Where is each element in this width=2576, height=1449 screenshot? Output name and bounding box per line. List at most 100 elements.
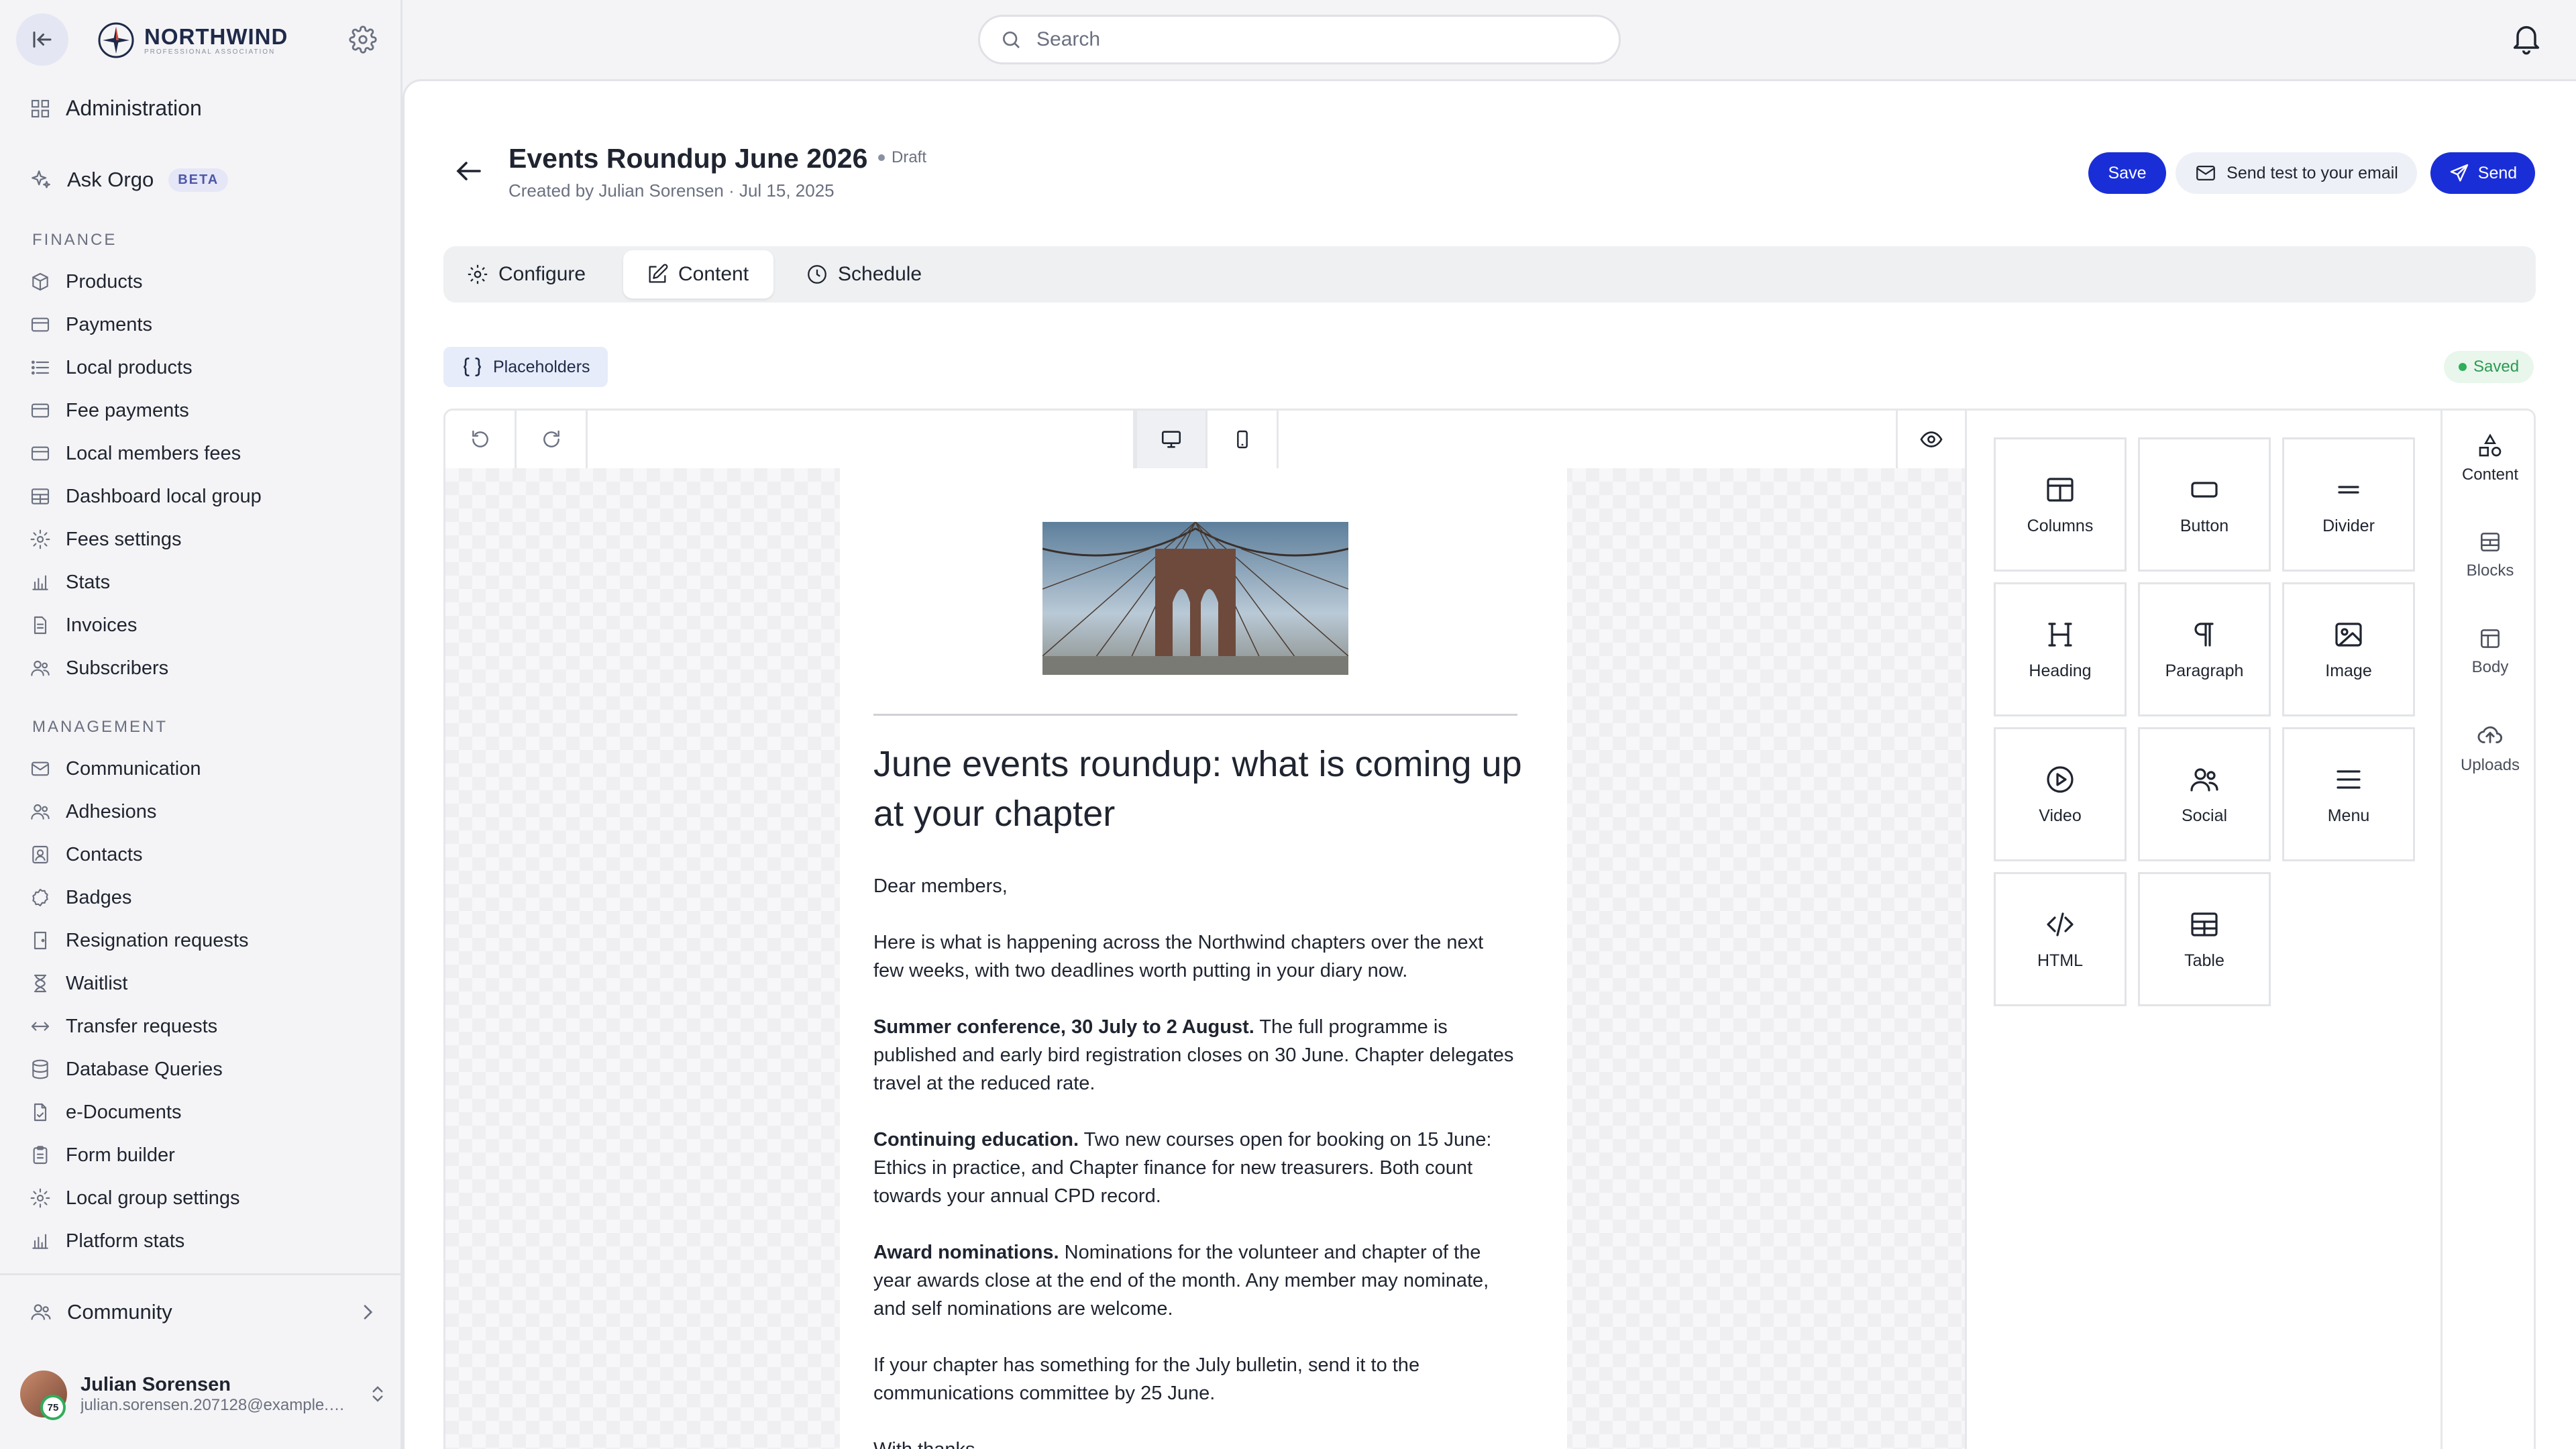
sidebar-item-label: Badges [66, 886, 132, 908]
sidebar-item-community[interactable]: Community [30, 1300, 378, 1324]
chart-icon [30, 1230, 51, 1252]
sidebar-item[interactable]: Database Queries [30, 1048, 392, 1091]
tab-content[interactable]: Content [623, 250, 773, 299]
sidebar-item[interactable]: Payments [30, 303, 392, 346]
sidebar-item[interactable]: Dashboard local group [30, 475, 392, 518]
side-tab-label: Blocks [2466, 561, 2514, 580]
sidebar-item-label: Local members fees [66, 442, 241, 464]
email-body[interactable]: June events roundup: what is coming up a… [840, 468, 1567, 1449]
sidebar-item-label: Adhesions [66, 800, 157, 822]
email-intro: Here is what is happening across the Nor… [873, 932, 1484, 981]
sidebar-item[interactable]: Invoices [30, 604, 392, 647]
page-title: Events Roundup June 2026 [508, 143, 868, 174]
collapse-sidebar-button[interactable] [16, 13, 68, 66]
search-input[interactable] [1035, 28, 1574, 52]
email-header-image[interactable] [1042, 522, 1348, 675]
user-menu[interactable]: 75 Julian Sorensen julian.sorensen.20712… [20, 1360, 388, 1428]
sidebar-item[interactable]: Communication [30, 747, 392, 790]
side-tab-body[interactable]: Body [2443, 608, 2534, 695]
sidebar-item[interactable]: Badges [30, 876, 392, 919]
brand-logo[interactable]: NORTHWIND PROFESSIONAL ASSOCIATION [97, 21, 288, 59]
side-tab-content[interactable]: Content [2443, 415, 2534, 502]
redo-button[interactable] [517, 411, 588, 468]
side-tab-blocks[interactable]: Blocks [2443, 511, 2534, 598]
tool-label: Paragraph [2165, 661, 2244, 680]
placeholders-button[interactable]: Placeholders [443, 347, 608, 387]
sidebar-item[interactable]: Stats [30, 561, 392, 604]
tab-label: Content [678, 263, 749, 285]
chevron-right-icon [357, 1301, 378, 1323]
tool-html[interactable]: HTML [1994, 872, 2127, 1006]
back-arrow-icon[interactable] [453, 155, 485, 187]
sidebar-item-label: Platform stats [66, 1230, 185, 1252]
sidebar-item[interactable]: Adhesions [30, 790, 392, 833]
sidebar-item[interactable]: Local group settings [30, 1177, 392, 1220]
grid-icon [30, 98, 51, 119]
door-icon [30, 930, 51, 951]
sidebar-item[interactable]: Platform stats [30, 1220, 392, 1263]
sidebar-item[interactable]: Fee payments [30, 389, 392, 432]
sidebar-item-label: Contacts [66, 843, 143, 865]
email-text-block[interactable]: Dear members, Here is what is happening … [873, 872, 1517, 1449]
sidebar-item[interactable]: Local members fees [30, 432, 392, 475]
sidebar-item-ask-orgo[interactable]: Ask Orgo BETA [30, 168, 229, 192]
tool-button[interactable]: Button [2138, 437, 2271, 572]
tab-schedule[interactable]: Schedule [783, 250, 945, 299]
sidebar-item[interactable]: Contacts [30, 833, 392, 876]
tool-video[interactable]: Video [1994, 727, 2127, 861]
save-button[interactable]: Save [2088, 152, 2166, 194]
email-editor: June events roundup: what is coming up a… [443, 409, 2536, 1449]
tool-menu[interactable]: Menu [2282, 727, 2415, 861]
section-title: Summer conference, 30 July to 2 August. [873, 1016, 1254, 1038]
management-section-label: MANAGEMENT [32, 718, 168, 736]
table-icon [30, 486, 51, 507]
credit-card-icon [30, 400, 51, 421]
sidebar-item-label: Resignation requests [66, 929, 249, 951]
management-nav: Communication Adhesions Contacts Badges Resi… [30, 747, 392, 1263]
tab-configure[interactable]: Configure [443, 250, 608, 299]
eye-icon [1919, 427, 1943, 451]
sidebar-item[interactable]: Transfer requests [30, 1005, 392, 1048]
tool-table[interactable]: Table [2138, 872, 2271, 1006]
email-heading[interactable]: June events roundup: what is coming up a… [873, 739, 1531, 839]
sidebar-item[interactable]: Resignation requests [30, 919, 392, 962]
settings-gear-icon[interactable] [349, 25, 377, 54]
sidebar-item[interactable]: Products [30, 260, 392, 303]
search-bar[interactable] [978, 15, 1621, 64]
sidebar-item[interactable]: Form builder [30, 1134, 392, 1177]
tools-panel: Columns Button Divider Heading Paragraph Imag… [1965, 411, 2534, 1449]
sidebar-item-label: Subscribers [66, 657, 169, 679]
tool-paragraph[interactable]: Paragraph [2138, 582, 2271, 716]
sidebar-item-label: Invoices [66, 614, 138, 636]
placeholders-label: Placeholders [493, 357, 590, 376]
sidebar-item[interactable]: Fees settings [30, 518, 392, 561]
top-bar [402, 0, 2576, 79]
sidebar-item[interactable]: e-Documents [30, 1091, 392, 1134]
tab-label: Configure [498, 263, 586, 285]
tool-heading[interactable]: Heading [1994, 582, 2127, 716]
undo-button[interactable] [445, 411, 517, 468]
sidebar-item-administration[interactable]: Administration [30, 96, 202, 121]
tool-social[interactable]: Social [2138, 727, 2271, 861]
send-button[interactable]: Send [2430, 152, 2535, 194]
sidebar-divider [0, 1273, 402, 1275]
sidebar-item[interactable]: Subscribers [30, 647, 392, 690]
desktop-view-button[interactable] [1135, 411, 1208, 468]
page-subtitle: Created by Julian Sorensen · Jul 15, 202… [508, 180, 835, 201]
side-tab-uploads[interactable]: Uploads [2443, 704, 2534, 792]
tool-label: Table [2184, 951, 2224, 970]
table-icon [2188, 908, 2220, 941]
tool-divider[interactable]: Divider [2282, 437, 2415, 572]
bell-icon[interactable] [2509, 21, 2544, 56]
email-section: Continuing education. Two new courses op… [873, 1126, 1517, 1210]
tool-columns[interactable]: Columns [1994, 437, 2127, 572]
send-test-button[interactable]: Send test to your email [2176, 152, 2417, 194]
mobile-view-button[interactable] [1208, 411, 1279, 468]
tool-image[interactable]: Image [2282, 582, 2415, 716]
document-icon [30, 1102, 51, 1123]
sidebar-item[interactable]: Local products [30, 346, 392, 389]
sidebar-item[interactable]: Waitlist [30, 962, 392, 1005]
beta-badge: BETA [168, 168, 229, 192]
preview-button[interactable] [1896, 411, 1965, 468]
sidebar-item-label: Transfer requests [66, 1015, 218, 1037]
